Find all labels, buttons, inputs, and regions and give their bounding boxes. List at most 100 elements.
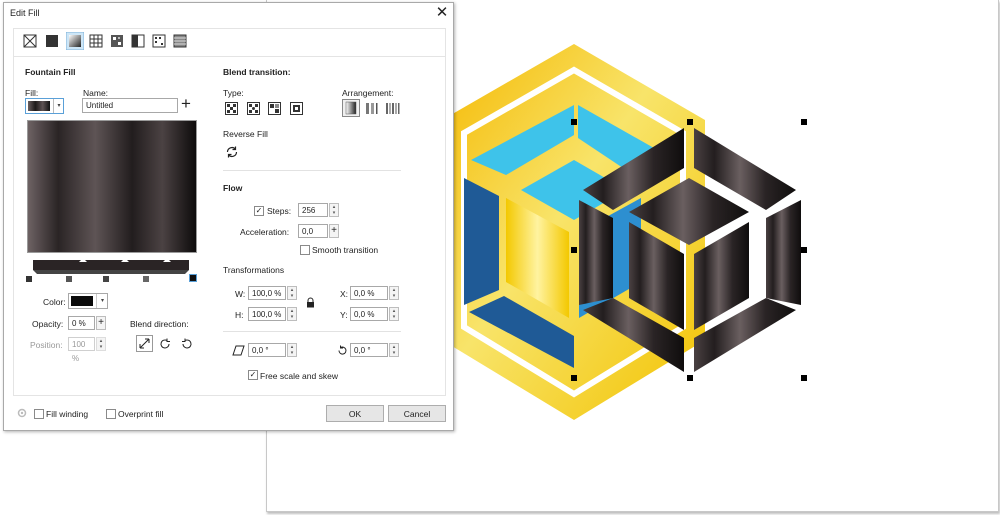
smooth-transition-checkbox[interactable] xyxy=(300,245,310,255)
name-label: Name: xyxy=(83,88,109,98)
divider xyxy=(223,170,401,171)
overprint-fill-checkbox[interactable] xyxy=(106,409,116,419)
opacity-label: Opacity: xyxy=(32,319,64,329)
skew-spinner[interactable]: ▴ ▾ xyxy=(287,343,297,357)
blend-direction-label: Blend direction: xyxy=(130,319,189,329)
divider xyxy=(223,331,401,332)
rotate-spinner[interactable]: ▴ ▾ xyxy=(389,343,399,357)
linear-direction-button[interactable] xyxy=(136,335,153,352)
vector-pattern-fill-icon[interactable] xyxy=(89,34,103,48)
color-label: Color: xyxy=(43,297,66,307)
skew-input[interactable]: 0,0 ° xyxy=(248,343,286,357)
fountain-fill-icon[interactable] xyxy=(66,32,84,50)
rotate-icon xyxy=(338,345,347,355)
steps-label: Steps: xyxy=(267,206,292,216)
steps-spinner[interactable]: ▴ ▾ xyxy=(329,203,339,217)
dialog-title: Edit Fill xyxy=(10,8,40,18)
color-picker[interactable]: ▾ xyxy=(68,293,108,309)
counterclockwise-icon[interactable] xyxy=(181,338,193,350)
postscript-fill-icon[interactable] xyxy=(173,34,187,48)
steps-checkbox[interactable]: ✓ xyxy=(254,206,264,216)
selected-color-node[interactable] xyxy=(189,274,197,282)
edit-fill-dialog: Edit Fill ✕ Fountain Fill Fill: Name: ▾ … xyxy=(3,2,454,431)
skew-icon xyxy=(232,345,245,356)
fill-winding-checkbox[interactable] xyxy=(34,409,44,419)
color-swatch xyxy=(71,296,93,306)
height-label: H: xyxy=(235,310,244,320)
color-node[interactable] xyxy=(26,276,32,282)
flow-heading: Flow xyxy=(223,183,243,193)
height-spinner[interactable]: ▴ ▾ xyxy=(287,307,297,321)
fill-label: Fill: xyxy=(25,88,39,98)
clockwise-icon[interactable] xyxy=(159,338,171,350)
gradient-preview xyxy=(27,120,197,253)
lock-icon[interactable] xyxy=(306,297,315,308)
height-input[interactable]: 100,0 % xyxy=(248,307,286,321)
repeat-arrangement-icon[interactable] xyxy=(365,102,378,115)
dark-right-bar[interactable] xyxy=(766,200,801,305)
fill-picker[interactable]: ▾ xyxy=(25,98,64,114)
reverse-fill-label: Reverse Fill xyxy=(223,129,268,139)
x-label: X: xyxy=(340,289,349,299)
default-arrangement-button[interactable] xyxy=(342,99,360,117)
gradient-arrangement-icon xyxy=(345,101,357,115)
smooth-transition-label: Smooth transition xyxy=(312,245,379,255)
type-label: Type: xyxy=(223,88,244,98)
fill-type-toolbar xyxy=(13,28,446,57)
fountain-fill-heading: Fountain Fill xyxy=(25,67,76,77)
name-input[interactable]: Untitled xyxy=(82,98,178,113)
transformations-heading: Transformations xyxy=(223,265,285,275)
free-scale-checkbox[interactable]: ✓ xyxy=(248,370,258,380)
uniform-fill-icon[interactable] xyxy=(45,34,59,48)
close-icon[interactable]: ✕ xyxy=(434,4,450,22)
elliptical-fountain-type-icon[interactable] xyxy=(247,102,260,115)
two-color-pattern-fill-icon[interactable] xyxy=(131,34,145,48)
linear-fountain-type-icon[interactable] xyxy=(225,102,238,115)
rotate-input[interactable]: 0,0 ° xyxy=(350,343,388,357)
chevron-down-icon[interactable]: ▾ xyxy=(53,99,64,113)
position-input[interactable]: 100 % xyxy=(68,337,95,363)
acceleration-label: Acceleration: xyxy=(240,227,290,237)
opacity-input[interactable]: 0 % xyxy=(68,316,95,330)
fill-winding-label: Fill winding xyxy=(46,409,89,419)
texture-fill-icon[interactable] xyxy=(152,34,166,48)
left-dark-blue-face xyxy=(464,178,499,305)
color-node[interactable] xyxy=(66,276,72,282)
conical-fountain-type-icon[interactable] xyxy=(268,102,281,115)
width-label: W: xyxy=(235,289,246,299)
no-fill-icon[interactable] xyxy=(23,34,37,48)
acceleration-slider-icon[interactable]: + xyxy=(329,224,339,238)
y-offset-spinner[interactable]: ▴ ▾ xyxy=(389,307,399,321)
y-label: Y: xyxy=(340,310,348,320)
color-node[interactable] xyxy=(143,276,149,282)
chevron-down-icon[interactable]: ▾ xyxy=(96,294,108,308)
opacity-slider-icon[interactable]: + xyxy=(96,316,106,330)
mirror-arrangement-icon[interactable] xyxy=(385,102,400,115)
acceleration-input[interactable]: 0,0 xyxy=(298,224,328,238)
bitmap-pattern-fill-icon[interactable] xyxy=(110,34,124,48)
color-node[interactable] xyxy=(103,276,109,282)
reverse-fill-icon[interactable] xyxy=(225,145,239,159)
width-input[interactable]: 100,0 % xyxy=(248,286,286,300)
steps-input[interactable]: 256 xyxy=(298,203,328,217)
x-offset-spinner[interactable]: ▴ ▾ xyxy=(389,286,399,300)
gear-icon xyxy=(17,408,27,418)
width-spinner[interactable]: ▴ ▾ xyxy=(287,286,297,300)
blend-transition-heading: Blend transition: xyxy=(223,67,291,77)
ok-button[interactable]: OK xyxy=(326,405,384,422)
add-preset-icon[interactable]: + xyxy=(181,95,191,113)
diagonal-arrow-icon xyxy=(139,338,150,349)
position-label: Position: xyxy=(30,340,63,350)
dark-left-bar[interactable] xyxy=(579,200,613,305)
position-spinner[interactable]: ▴ ▾ xyxy=(96,337,106,351)
overprint-fill-label: Overprint fill xyxy=(118,409,164,419)
rectangular-fountain-type-icon[interactable] xyxy=(290,102,303,115)
fill-preview-swatch xyxy=(28,101,50,111)
y-offset-input[interactable]: 0,0 % xyxy=(350,307,388,321)
arrangement-label: Arrangement: xyxy=(342,88,394,98)
title-bar[interactable]: Edit Fill ✕ xyxy=(4,3,453,25)
x-offset-input[interactable]: 0,0 % xyxy=(350,286,388,300)
cancel-button[interactable]: Cancel xyxy=(388,405,446,422)
gradient-slider[interactable] xyxy=(25,256,197,286)
free-scale-label: Free scale and skew xyxy=(260,371,338,381)
